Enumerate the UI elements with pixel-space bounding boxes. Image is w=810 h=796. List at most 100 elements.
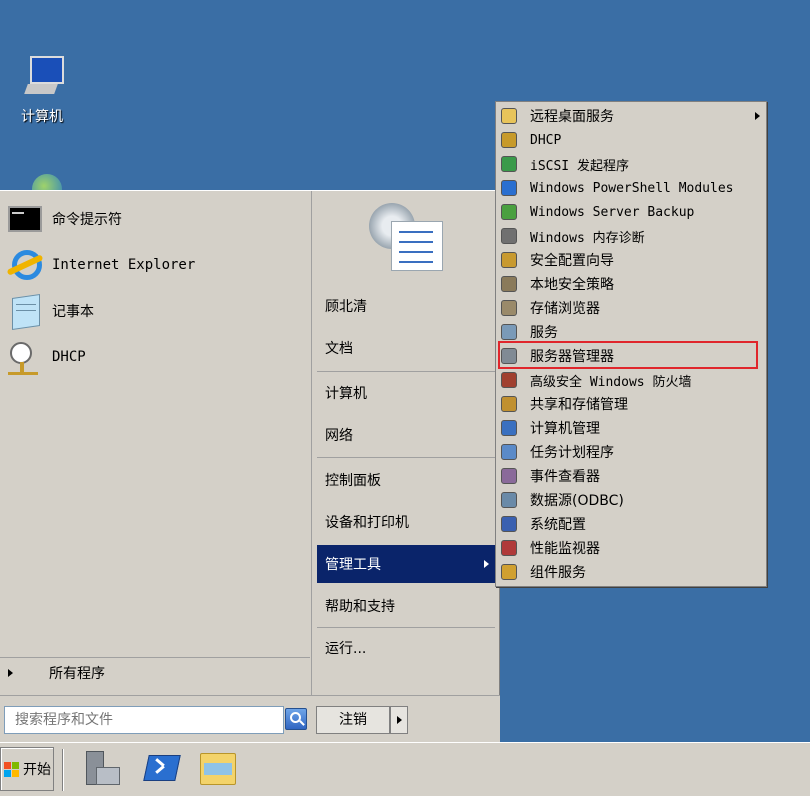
- desktop-icon-computer[interactable]: 计算机: [2, 54, 82, 126]
- places-item-label: 顾北清: [325, 299, 367, 315]
- pinned-item-label: 命令提示符: [52, 212, 122, 228]
- admin-tool-item[interactable]: 数据源(ODBC): [500, 488, 764, 512]
- admin-tool-item[interactable]: 系统配置: [500, 512, 764, 536]
- admin-tool-item[interactable]: 本地安全策略: [500, 272, 764, 296]
- places-item-label: 文档: [325, 341, 353, 357]
- admin-tool-label: Windows Server Backup: [530, 204, 695, 220]
- admin-tool-label: 存储浏览器: [530, 301, 600, 317]
- separator: [317, 371, 495, 372]
- admin-tool-item[interactable]: Windows PowerShell Modules: [500, 176, 764, 200]
- places-item-user[interactable]: 顾北清: [317, 287, 495, 325]
- places-item-label: 运行...: [325, 641, 367, 657]
- places-item-documents[interactable]: 文档: [317, 329, 495, 367]
- security-wizard-icon: [500, 251, 518, 269]
- share-icon: [500, 395, 518, 413]
- admin-tool-item[interactable]: 计算机管理: [500, 416, 764, 440]
- separator: [317, 627, 495, 628]
- admin-tool-item[interactable]: 高级安全 Windows 防火墙: [500, 368, 764, 392]
- folder-icon: [500, 107, 518, 125]
- services-icon: [500, 323, 518, 341]
- start-button[interactable]: 开始: [0, 747, 54, 791]
- admin-tool-label: 服务: [530, 325, 558, 341]
- ie-icon: [6, 248, 44, 282]
- pinned-item-label: 记事本: [52, 304, 94, 320]
- places-item-admin-tools[interactable]: 管理工具: [317, 545, 495, 583]
- globe-icon: [500, 155, 518, 173]
- places-item-label: 设备和打印机: [325, 515, 409, 531]
- arrow-right-icon: [755, 112, 760, 120]
- pinned-item-dhcp[interactable]: DHCP: [6, 337, 306, 377]
- start-button-label: 开始: [23, 762, 51, 778]
- admin-tool-label: DHCP: [530, 132, 562, 148]
- explorer-taskbar-icon[interactable]: [198, 749, 238, 789]
- admin-tool-item[interactable]: DHCP: [500, 128, 764, 152]
- desktop-icon-network[interactable]: [2, 170, 82, 190]
- admin-tool-item[interactable]: 性能监视器: [500, 536, 764, 560]
- admin-tool-item[interactable]: 安全配置向导: [500, 248, 764, 272]
- admin-tool-label: 系统配置: [530, 517, 586, 533]
- places-item-label: 控制面板: [325, 473, 381, 489]
- admin-tool-label: 数据源(ODBC): [530, 493, 624, 509]
- component-icon: [500, 563, 518, 581]
- desktop-icon-label: 计算机: [21, 109, 63, 125]
- powershell-taskbar-icon[interactable]: [142, 749, 182, 789]
- odbc-icon: [500, 491, 518, 509]
- computer-management-icon: [500, 419, 518, 437]
- windows-logo-icon: [3, 760, 21, 778]
- admin-tool-item[interactable]: Windows 内存诊断: [500, 224, 764, 248]
- highlight-box: [498, 341, 758, 369]
- places-item-label: 计算机: [325, 386, 367, 402]
- backup-icon: [500, 203, 518, 221]
- memory-icon: [500, 227, 518, 245]
- places-item-help[interactable]: 帮助和支持: [317, 587, 495, 625]
- places-item-label: 网络: [325, 428, 353, 444]
- admin-tool-item[interactable]: iSCSI 发起程序: [500, 152, 764, 176]
- places-item-computer[interactable]: 计算机: [317, 374, 495, 412]
- search-input[interactable]: [4, 706, 284, 734]
- admin-tool-label: iSCSI 发起程序: [530, 158, 629, 174]
- network-globe-icon: [16, 170, 68, 190]
- arrow-right-icon: [8, 668, 13, 677]
- pinned-programs-panel: 命令提示符 Internet Explorer 记事本 DHCP 所有程序: [0, 191, 312, 695]
- places-panel: 顾北清 文档 计算机 网络 控制面板 设备和打印机 管理工具 帮助和支持 运行.…: [313, 191, 499, 695]
- admin-tool-label: 本地安全策略: [530, 277, 614, 293]
- perfmon-icon: [500, 539, 518, 557]
- places-item-devices[interactable]: 设备和打印机: [317, 503, 495, 541]
- places-item-control-panel[interactable]: 控制面板: [317, 461, 495, 499]
- admin-tool-item[interactable]: 服务器管理器: [498, 341, 764, 369]
- msconfig-icon: [500, 515, 518, 533]
- admin-tool-item[interactable]: 事件查看器: [500, 464, 764, 488]
- admin-tool-label: 远程桌面服务: [530, 109, 614, 125]
- all-programs-button[interactable]: 所有程序: [0, 657, 310, 687]
- pinned-item-notepad[interactable]: 记事本: [6, 291, 306, 331]
- admin-tool-label: 安全配置向导: [530, 253, 614, 269]
- firewall-icon: [500, 371, 518, 389]
- admin-tool-item[interactable]: 远程桌面服务: [500, 104, 764, 128]
- admin-tool-item[interactable]: 组件服务: [500, 560, 764, 584]
- notepad-icon: [6, 294, 44, 330]
- admin-tool-item[interactable]: 存储浏览器: [500, 296, 764, 320]
- shutdown-options-arrow-icon[interactable]: [390, 706, 408, 734]
- logoff-button[interactable]: 注销: [316, 706, 390, 734]
- dhcp-icon: [6, 340, 44, 375]
- admin-tool-item[interactable]: Windows Server Backup: [500, 200, 764, 224]
- admin-tools-picture-icon: [367, 197, 447, 277]
- server-manager-taskbar-icon[interactable]: [82, 749, 122, 789]
- policy-icon: [500, 275, 518, 293]
- search-row: 注销: [0, 695, 500, 743]
- separator: [317, 457, 495, 458]
- admin-tool-label: 事件查看器: [530, 469, 600, 485]
- taskbar-separator: [62, 749, 64, 791]
- task-scheduler-icon: [500, 443, 518, 461]
- admin-tool-label: 共享和存储管理: [530, 397, 628, 413]
- places-item-run[interactable]: 运行...: [317, 629, 495, 667]
- admin-tool-label: 组件服务: [530, 565, 586, 581]
- taskbar: 开始: [0, 742, 810, 796]
- search-icon[interactable]: [285, 708, 307, 730]
- pinned-item-ie[interactable]: Internet Explorer: [6, 245, 306, 285]
- places-item-network[interactable]: 网络: [317, 416, 495, 454]
- pinned-item-cmd[interactable]: 命令提示符: [6, 199, 306, 239]
- admin-tool-item[interactable]: 任务计划程序: [500, 440, 764, 464]
- admin-tool-label: Windows 内存诊断: [530, 230, 645, 246]
- admin-tool-item[interactable]: 共享和存储管理: [500, 392, 764, 416]
